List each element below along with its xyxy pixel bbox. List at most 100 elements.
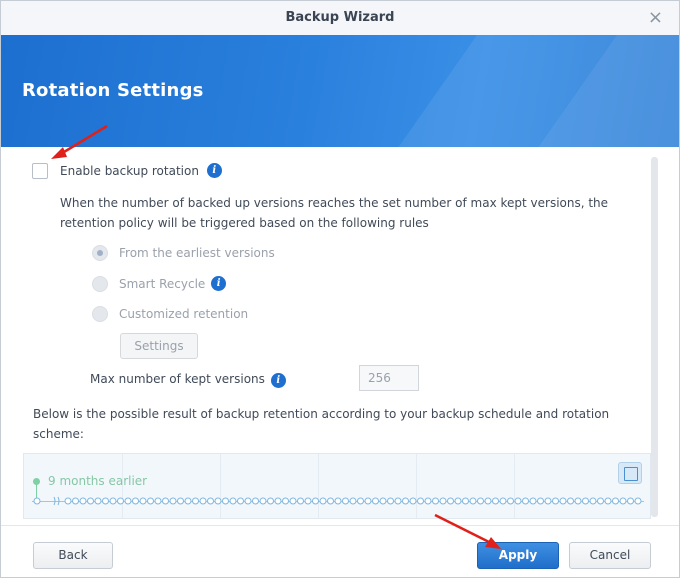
- radio-earliest-versions[interactable]: [92, 245, 108, 261]
- timeline-version: [634, 497, 642, 505]
- timeline-version: [312, 497, 319, 505]
- annotation-arrow-checkbox: [51, 124, 108, 159]
- timeline-version: [109, 497, 117, 505]
- timeline-version: [559, 497, 567, 505]
- timeline-version: [304, 497, 312, 505]
- timeline-version: [604, 497, 612, 505]
- timeline-version: [282, 497, 289, 505]
- timeline-version: [394, 497, 402, 505]
- timeline-version: [477, 497, 484, 505]
- smart-recycle-row: Smart Recycle i: [119, 276, 227, 291]
- timeline-version: [147, 497, 154, 505]
- timeline-version: [462, 497, 469, 505]
- timeline-version: [349, 497, 357, 505]
- timeline-version: [334, 497, 342, 505]
- page-title: Rotation Settings: [22, 80, 204, 101]
- max-versions-input[interactable]: 256: [359, 365, 419, 391]
- timeline-version: [432, 497, 439, 505]
- timeline-version: [589, 497, 597, 505]
- timeline-version: [567, 497, 574, 505]
- timeline-version: [79, 497, 87, 505]
- timeline-version: [169, 497, 177, 505]
- timeline-version: [289, 497, 297, 505]
- timeline-version: [409, 497, 417, 505]
- timeline-version: [357, 497, 364, 505]
- timeline-version: [387, 497, 394, 505]
- timeline-version: [364, 497, 372, 505]
- timeline-break: [53, 496, 60, 506]
- timeline-version: [402, 497, 409, 505]
- timeline-version: [507, 497, 514, 505]
- timeline-version: [102, 497, 109, 505]
- timeline-version: [244, 497, 252, 505]
- timeline-version: [162, 497, 169, 505]
- description-line-1: When the number of backed up versions re…: [60, 196, 609, 210]
- timeline-version: [597, 497, 604, 505]
- timeline-version: [627, 497, 634, 505]
- window-title: Backup Wizard: [285, 10, 395, 25]
- radio-smart-recycle[interactable]: [92, 276, 108, 292]
- result-line-2: scheme:: [33, 427, 84, 441]
- timeline-version: [417, 497, 424, 505]
- timeline-version: [199, 497, 207, 505]
- timeline-version: [514, 497, 522, 505]
- timeline-version: [64, 497, 72, 505]
- timeline-version: [379, 497, 387, 505]
- timeline-version: [342, 497, 349, 505]
- timeline-version: [72, 497, 79, 505]
- max-versions-label: Max number of kept versions: [90, 372, 265, 386]
- timeline-version: [117, 497, 124, 505]
- scrollbar[interactable]: [651, 157, 658, 517]
- timeline-version: [552, 497, 559, 505]
- timeline-version: [492, 497, 499, 505]
- back-button[interactable]: Back: [33, 542, 113, 569]
- timeline-version: [612, 497, 619, 505]
- timeline-version: [237, 497, 244, 505]
- info-icon[interactable]: i: [270, 373, 286, 388]
- timeline-version: [214, 497, 222, 505]
- footer-bar: Back Apply Cancel: [1, 525, 679, 577]
- timeline-version: [372, 497, 379, 505]
- enable-rotation-label: Enable backup rotation: [60, 164, 199, 178]
- result-line-1: Below is the possible result of backup r…: [33, 407, 610, 421]
- timeline-version: [154, 497, 162, 505]
- timeline-version: [184, 497, 192, 505]
- timeline-version: [94, 497, 102, 505]
- timeline-version: [619, 497, 627, 505]
- timeline-version: [267, 497, 274, 505]
- timeline-version: [177, 497, 184, 505]
- radio-earliest-label: From the earliest versions: [119, 246, 275, 260]
- timeline-version: [229, 497, 237, 505]
- timeline-version: [537, 497, 544, 505]
- timeline-version: [582, 497, 589, 505]
- timeline-version: [87, 497, 94, 505]
- enable-rotation-row: Enable backup rotation i: [60, 163, 222, 178]
- timeline-version: [544, 497, 552, 505]
- radio-customized-retention[interactable]: [92, 306, 108, 322]
- cancel-button[interactable]: Cancel: [569, 542, 651, 569]
- timeline-version: [259, 497, 267, 505]
- timeline-versions: [33, 496, 642, 506]
- timeline-version: [207, 497, 214, 505]
- retention-timeline[interactable]: 9 months earlier: [23, 453, 651, 519]
- max-versions-row: Max number of kept versions i: [90, 371, 286, 388]
- backup-wizard-window: Backup Wizard × Rotation Settings Enable…: [0, 0, 680, 578]
- close-icon[interactable]: ×: [648, 7, 663, 28]
- rotation-settings-panel: Enable backup rotation i When the number…: [1, 147, 679, 525]
- timeline-version: [192, 497, 199, 505]
- timeline-version: [33, 497, 41, 505]
- calendar-icon[interactable]: [618, 462, 642, 484]
- timeline-version: [319, 497, 327, 505]
- timeline-version: [484, 497, 492, 505]
- timeline-version: [447, 497, 454, 505]
- timeline-version: [297, 497, 304, 505]
- timeline-version: [499, 497, 507, 505]
- timeline-version: [139, 497, 147, 505]
- info-icon[interactable]: i: [206, 163, 222, 178]
- description-line-2: retention policy will be triggered based…: [60, 216, 429, 230]
- timeline-version: [469, 497, 477, 505]
- settings-button[interactable]: Settings: [120, 333, 198, 359]
- timeline-version: [252, 497, 259, 505]
- info-icon[interactable]: i: [211, 276, 227, 291]
- timeline-version: [132, 497, 139, 505]
